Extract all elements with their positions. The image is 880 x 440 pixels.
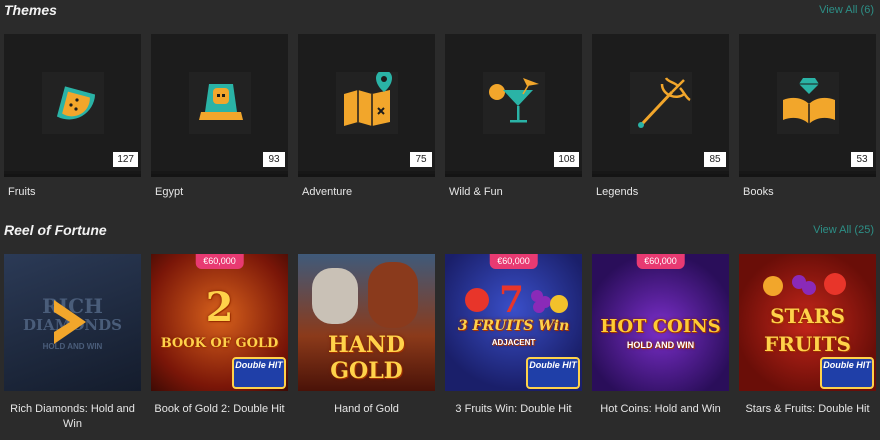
game-art-title: STARS	[770, 304, 845, 328]
game-title[interactable]: Book of Gold 2: Double Hit	[151, 402, 288, 417]
watermelon-slice-icon	[56, 86, 96, 120]
theme-tile[interactable]: 93	[151, 34, 288, 171]
fruits-icon	[763, 273, 846, 296]
game-art-subtitle: HOLD AND WIN	[626, 340, 695, 350]
cocktail-icon	[489, 78, 539, 123]
game-title[interactable]: Rich Diamonds: Hold and Win	[4, 402, 141, 432]
games-row: RICH DIAMONDS HOLD AND WIN Rich Diamonds…	[0, 254, 880, 440]
character-portrait	[312, 268, 358, 324]
theme-count-badge: 93	[263, 152, 285, 167]
game-thumbnail[interactable]: €60,000 HOT COINS HOLD AND WIN	[592, 254, 729, 391]
theme-label[interactable]: Egypt	[155, 186, 183, 198]
game-art-subtitle: GOLD	[330, 358, 403, 384]
theme-card-fruits[interactable]: 127 Fruits	[4, 34, 141, 198]
game-thumbnail[interactable]: €60,000 7 3 FRUITS Win ADJACENT Double H…	[445, 254, 582, 391]
theme-tile[interactable]: 75	[298, 34, 435, 171]
themes-row: 127 Fruits 93 Egypt 75 Adventure 108 Wil…	[0, 34, 880, 204]
theme-label[interactable]: Books	[743, 186, 774, 198]
prize-badge: €60,000	[489, 254, 538, 269]
open-book-gem-icon	[783, 78, 835, 124]
theme-card-books[interactable]: 53 Books	[739, 34, 876, 198]
theme-count-badge: 75	[410, 152, 432, 167]
game-card-book-of-gold-2[interactable]: €60,000 2 BOOK OF GOLD Double HIT Book o…	[151, 254, 288, 415]
game-title[interactable]: Hot Coins: Hold and Win	[592, 402, 729, 417]
theme-label[interactable]: Wild & Fun	[449, 186, 503, 198]
game-card-3-fruits-win[interactable]: €60,000 7 3 FRUITS Win ADJACENT Double H…	[445, 254, 582, 415]
theme-tile[interactable]: 53	[739, 34, 876, 171]
game-title[interactable]: Stars & Fruits: Double Hit	[739, 402, 876, 417]
themes-view-all-link[interactable]: View All (6)	[819, 4, 874, 16]
game-thumbnail[interactable]: RICH DIAMONDS HOLD AND WIN	[4, 254, 141, 391]
game-card-rich-diamonds[interactable]: RICH DIAMONDS HOLD AND WIN Rich Diamonds…	[4, 254, 141, 430]
theme-card-egypt[interactable]: 93 Egypt	[151, 34, 288, 198]
theme-tile[interactable]: 108	[445, 34, 582, 171]
game-card-stars-fruits[interactable]: STARS FRUITS Double HIT Stars & Fruits: …	[739, 254, 876, 415]
double-hit-badge: Double HIT	[526, 357, 580, 389]
double-hit-badge: Double HIT	[232, 357, 286, 389]
game-title[interactable]: 3 Fruits Win: Double Hit	[445, 402, 582, 417]
game-thumbnail[interactable]: STARS FRUITS Double HIT	[739, 254, 876, 391]
theme-label[interactable]: Legends	[596, 186, 638, 198]
game-art-title: HAND	[327, 332, 406, 358]
reel-title: Reel of Fortune	[4, 222, 107, 238]
game-card-hot-coins[interactable]: €60,000 HOT COINS HOLD AND WIN Hot Coins…	[592, 254, 729, 415]
game-card-hand-of-gold[interactable]: HAND GOLD Hand of Gold	[298, 254, 435, 415]
prize-badge: €60,000	[636, 254, 685, 269]
theme-count-badge: 85	[704, 152, 726, 167]
theme-card-adventure[interactable]: 75 Adventure	[298, 34, 435, 198]
theme-tile[interactable]: 127	[4, 34, 141, 171]
theme-label[interactable]: Fruits	[8, 186, 36, 198]
theme-count-badge: 53	[851, 152, 873, 167]
fruits-icon: 7	[465, 279, 568, 318]
themes-header: Themes View All (6)	[0, 2, 880, 24]
game-thumbnail[interactable]: HAND GOLD	[298, 254, 435, 391]
game-art-subtitle: ADJACENT	[491, 338, 536, 347]
game-art-title: HOT COINS	[600, 316, 721, 337]
theme-tile[interactable]: 85	[592, 34, 729, 171]
game-art-subtitle: BOOK OF GOLD	[160, 336, 279, 351]
character-portrait	[368, 262, 418, 328]
theme-label[interactable]: Adventure	[302, 186, 352, 198]
reel-header: Reel of Fortune View All (25)	[0, 222, 880, 244]
prize-badge: €60,000	[195, 254, 244, 269]
svg-text:7: 7	[499, 279, 524, 318]
game-art-title: 2	[205, 284, 234, 331]
theme-card-legends[interactable]: 85 Legends	[592, 34, 729, 198]
trident-icon	[638, 77, 691, 128]
theme-card-wild-fun[interactable]: 108 Wild & Fun	[445, 34, 582, 198]
play-icon[interactable]	[50, 298, 90, 346]
game-title[interactable]: Hand of Gold	[298, 402, 435, 417]
theme-count-badge: 108	[554, 152, 579, 167]
game-thumbnail[interactable]: €60,000 2 BOOK OF GOLD Double HIT	[151, 254, 288, 391]
double-hit-badge: Double HIT	[820, 357, 874, 389]
reel-view-all-link[interactable]: View All (25)	[813, 224, 874, 236]
game-art-title: 3 FRUITS Win	[457, 318, 570, 334]
game-art-subtitle: FRUITS	[764, 332, 851, 356]
sphinx-icon	[199, 84, 243, 120]
theme-count-badge: 127	[113, 152, 138, 167]
treasure-map-icon	[344, 72, 392, 126]
themes-title: Themes	[4, 2, 57, 18]
